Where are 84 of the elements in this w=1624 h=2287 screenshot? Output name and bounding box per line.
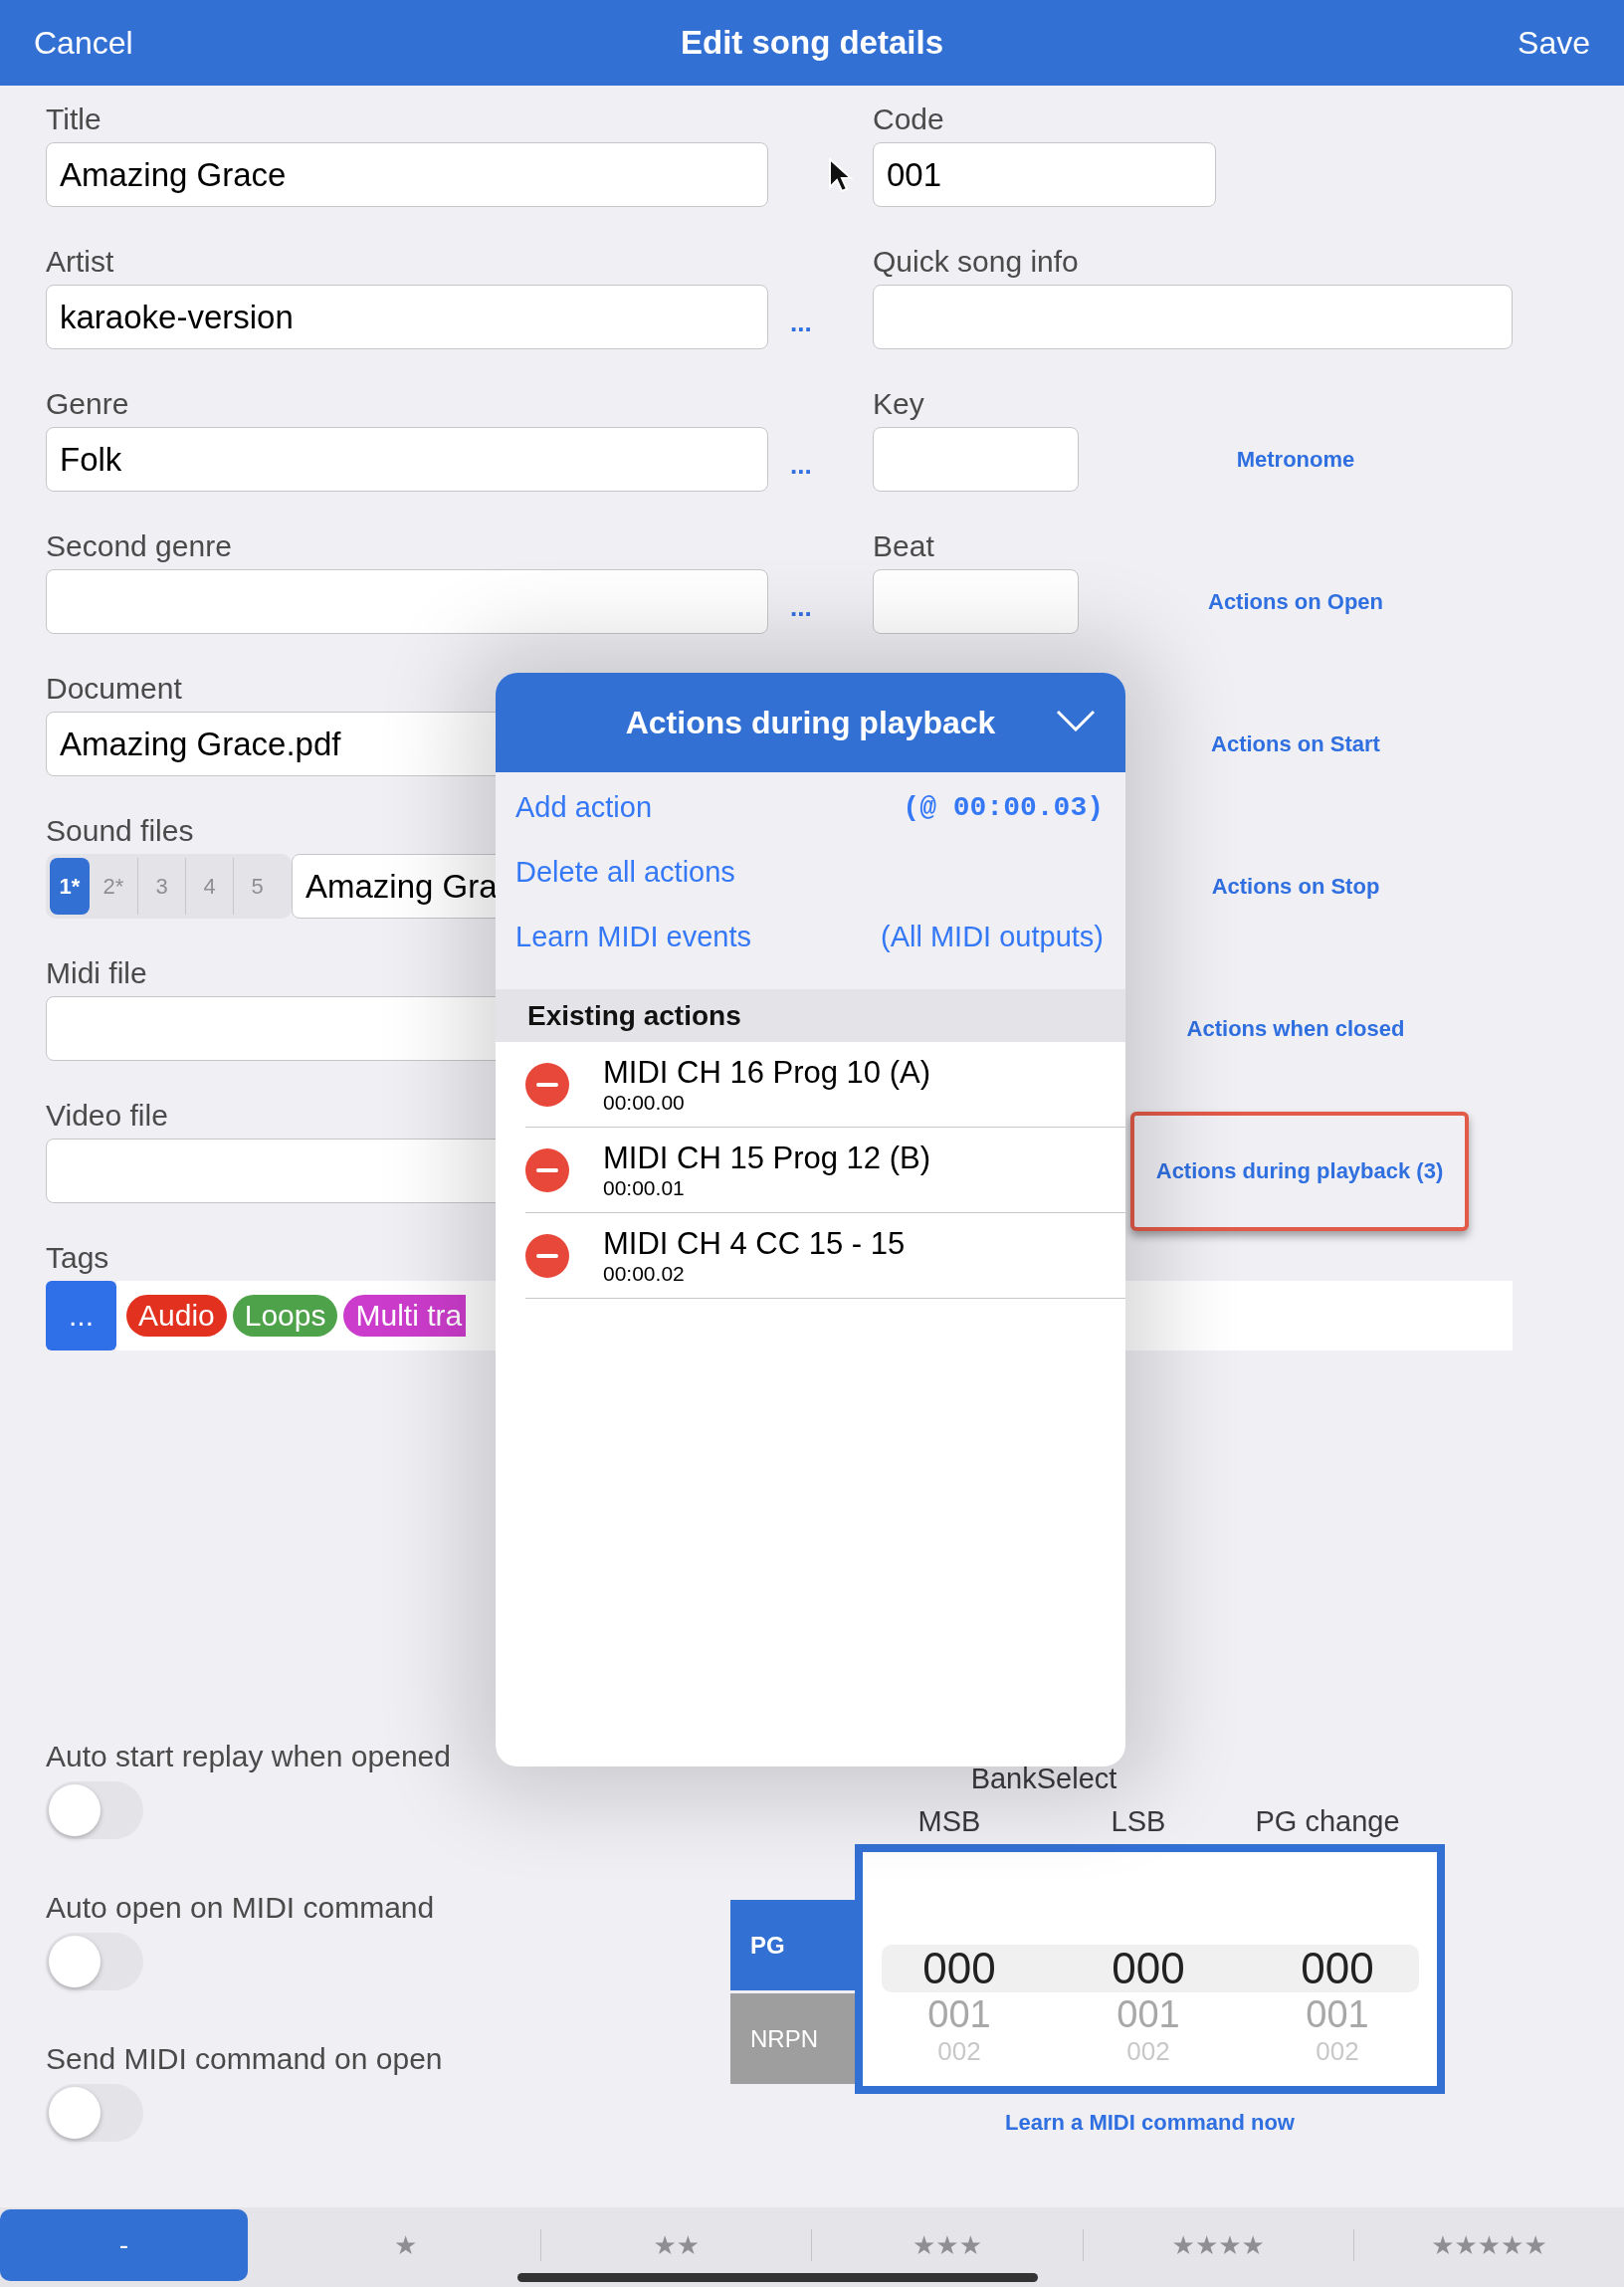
section-header: Existing actions — [496, 989, 1125, 1042]
menu-item[interactable]: Add action — [515, 791, 653, 824]
output-selector[interactable]: (All MIDI outputs) — [881, 921, 1104, 953]
field-label: Tags — [46, 1240, 109, 1276]
tag[interactable]: Audio — [126, 1295, 227, 1337]
picker-value: 000 — [1301, 1945, 1374, 1992]
toggle-switch[interactable] — [46, 1933, 143, 1990]
input-field[interactable] — [46, 569, 768, 634]
field-label: Video file — [46, 1098, 168, 1134]
more-button[interactable]: ... — [790, 450, 812, 481]
action-name: MIDI CH 16 Prog 10 (A) — [603, 1054, 931, 1091]
column-label: PG change — [1254, 1804, 1401, 1839]
field-label: Document — [46, 671, 182, 707]
more-button[interactable]: ... — [46, 1281, 116, 1351]
action-link[interactable]: Actions when closed — [1186, 1015, 1405, 1042]
tag[interactable]: Loops — [232, 1295, 338, 1337]
toggle-switch[interactable] — [46, 2084, 143, 2142]
tag[interactable]: Multi tra — [343, 1295, 467, 1337]
input-field[interactable]: Folk — [46, 427, 768, 492]
action-link[interactable]: Actions on Open — [1208, 588, 1383, 615]
picker-value: 000 — [922, 1945, 996, 1992]
remove-icon[interactable] — [525, 1062, 569, 1107]
more-button[interactable]: ... — [790, 308, 812, 338]
input-field[interactable]: Amazing Grace — [46, 142, 768, 207]
input-field[interactable] — [873, 427, 1079, 492]
column-label: LSB — [1110, 1804, 1167, 1839]
picker-value: 001 — [927, 1992, 991, 2036]
timestamp: (@ 00:00.03) — [903, 792, 1104, 823]
action-name: MIDI CH 4 CC 15 - 15 — [603, 1225, 906, 1262]
rating-tab[interactable]: - — [0, 2209, 248, 2281]
mode-tab[interactable]: NRPN — [730, 1993, 855, 2084]
rating-tab[interactable]: ★★★★★ — [1352, 2229, 1624, 2261]
learn-link[interactable]: Learn a MIDI command now — [855, 2110, 1445, 2136]
field-label: Beat — [873, 528, 934, 564]
action-time: 00:00.00 — [603, 1090, 686, 1115]
rating-tab[interactable]: ★★ — [540, 2229, 812, 2261]
menu-item[interactable]: Delete all actions — [515, 856, 735, 889]
action-link[interactable]: Actions on Stop — [1211, 873, 1380, 900]
action-link[interactable]: Metronome — [1236, 446, 1355, 473]
field-label: Title — [46, 102, 102, 137]
field-label: Second genre — [46, 528, 232, 564]
menu-item[interactable]: Learn MIDI events — [515, 921, 751, 953]
picker-value: 000 — [1112, 1945, 1185, 1992]
action-link[interactable]: Actions during playback (3) — [1129, 1111, 1470, 1231]
field-label: Midi file — [46, 955, 147, 991]
input-field[interactable]: 001 — [873, 142, 1216, 207]
cursor-icon — [828, 157, 854, 193]
field-label: Artist — [46, 244, 114, 280]
more-button[interactable]: ... — [790, 592, 812, 623]
input-field[interactable] — [873, 285, 1513, 349]
picker-value: 001 — [1116, 1992, 1180, 2036]
remove-icon[interactable] — [525, 1147, 569, 1192]
toggle-switch[interactable] — [46, 1781, 143, 1839]
column-label: MSB — [916, 1804, 982, 1839]
toggle-label: Send MIDI command on open — [46, 2041, 444, 2077]
input-field[interactable]: karaoke-version — [46, 285, 768, 349]
field-label: Quick song info — [873, 244, 1079, 280]
chevron-down-icon[interactable] — [1056, 710, 1096, 731]
action-link[interactable]: Actions on Start — [1211, 730, 1380, 757]
group-label: BankSelect — [969, 1762, 1118, 1795]
rating-tab[interactable]: ★★★★ — [1082, 2229, 1353, 2261]
action-time: 00:00.02 — [603, 1261, 686, 1286]
save-button[interactable]: Save — [1518, 24, 1590, 62]
action-time: 00:00.01 — [603, 1175, 686, 1200]
slot-tab[interactable]: 4 — [185, 858, 233, 915]
remove-icon[interactable] — [525, 1233, 569, 1278]
toggle-label: Auto start replay when opened — [46, 1739, 452, 1774]
screen-title: Edit song details — [680, 24, 943, 62]
slot-tab[interactable]: 5 — [233, 858, 281, 915]
input-field[interactable] — [873, 569, 1079, 634]
rating-tab[interactable]: ★★★ — [811, 2229, 1083, 2261]
toggle-label: Auto open on MIDI command — [46, 1890, 436, 1926]
field-label: Code — [873, 102, 944, 137]
field-label: Key — [873, 386, 924, 422]
slot-tab[interactable]: 2* — [90, 858, 137, 915]
action-name: MIDI CH 15 Prog 12 (B) — [603, 1140, 931, 1176]
slot-tab[interactable]: 3 — [137, 858, 185, 915]
field-label: Sound files — [46, 813, 194, 849]
picker-value: 001 — [1306, 1992, 1369, 2036]
slot-tab[interactable]: 1* — [50, 858, 90, 915]
field-label: Genre — [46, 386, 129, 422]
rating-tab[interactable]: ★ — [271, 2229, 541, 2261]
cancel-button[interactable]: Cancel — [34, 24, 133, 62]
mode-tab[interactable]: PG — [730, 1900, 855, 1990]
